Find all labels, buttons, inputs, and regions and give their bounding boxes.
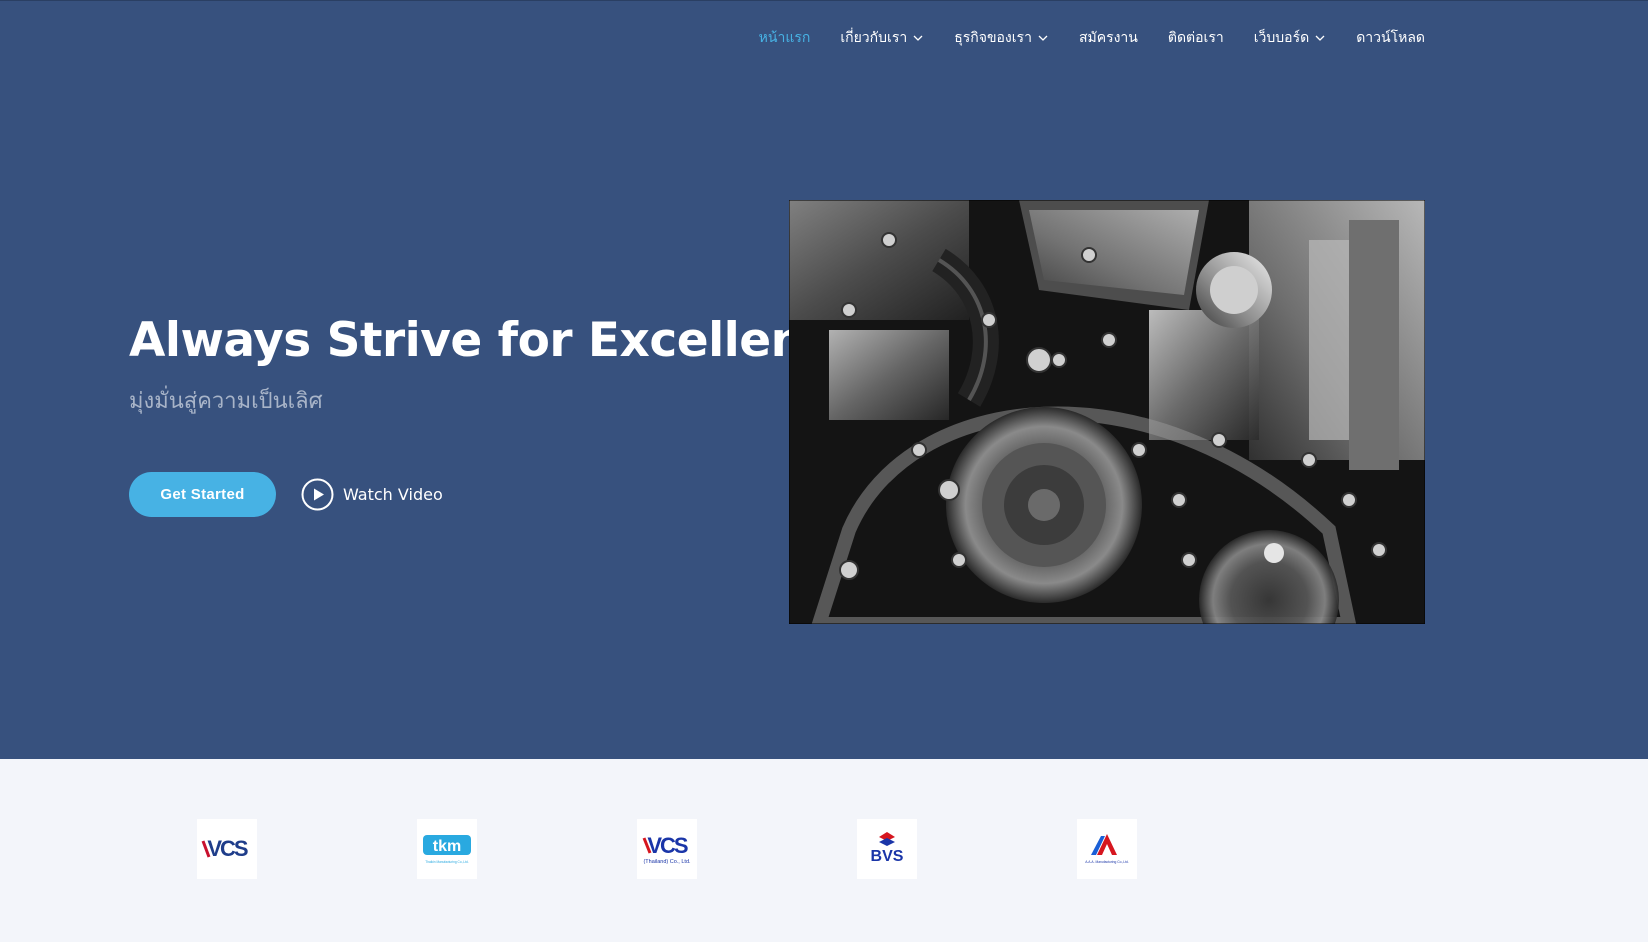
nav-item-webboard[interactable]: เว็บบอร์ด bbox=[1239, 27, 1341, 49]
watch-video-button[interactable]: Watch Video bbox=[301, 478, 443, 511]
engine-photo bbox=[789, 200, 1425, 624]
logo-text: BVS bbox=[871, 848, 904, 865]
nav-item-label: ดาวน์โหลด bbox=[1356, 30, 1425, 46]
nav-item-label: ธุรกิจของเรา bbox=[954, 30, 1032, 46]
chevron-down-icon bbox=[1038, 35, 1048, 41]
vcs-thailand-logo: VCS (Thailand) Co., Ltd. bbox=[642, 833, 691, 865]
nav-item-label: เกี่ยวกับเรา bbox=[840, 30, 908, 46]
client-logo-vcs-thailand[interactable]: VCS (Thailand) Co., Ltd. bbox=[637, 819, 697, 879]
client-logo-vcs[interactable]: VCS bbox=[197, 819, 257, 879]
logo-text: VCS bbox=[207, 836, 248, 861]
play-circle-icon bbox=[301, 478, 334, 511]
bvs-logo: BVS bbox=[871, 832, 904, 865]
logo-caption: A.A.A. Manufacturing Co.,Ltd. bbox=[1085, 860, 1129, 864]
logo-text: VCS bbox=[647, 833, 688, 858]
chevron-down-icon bbox=[913, 35, 923, 41]
main-nav: หน้าแรก เกี่ยวกับเรา ธุรกิจของเรา สมัครง… bbox=[744, 27, 1425, 49]
logo-text: tkm bbox=[433, 838, 461, 855]
vcs-logo: VCS bbox=[201, 836, 250, 861]
watch-video-label: Watch Video bbox=[343, 485, 443, 504]
nav-item-contact[interactable]: ติดต่อเรา bbox=[1153, 27, 1239, 49]
aaa-logo: A.A.A. Manufacturing Co.,Ltd. bbox=[1085, 834, 1129, 864]
hero-section: หน้าแรก เกี่ยวกับเรา ธุรกิจของเรา สมัครง… bbox=[0, 0, 1648, 759]
nav-item-home[interactable]: หน้าแรก bbox=[744, 27, 826, 49]
nav-item-download[interactable]: ดาวน์โหลด bbox=[1341, 27, 1425, 49]
client-logo-aaa[interactable]: A.A.A. Manufacturing Co.,Ltd. bbox=[1077, 819, 1137, 879]
nav-item-business[interactable]: ธุรกิจของเรา bbox=[939, 27, 1064, 49]
nav-item-label: ติดต่อเรา bbox=[1167, 30, 1224, 46]
client-logo-bvs[interactable]: BVS bbox=[857, 819, 917, 879]
nav-item-label: สมัครงาน bbox=[1078, 30, 1138, 46]
logo-caption: Thaikin Manufacturing Co.,Ltd. bbox=[425, 860, 469, 864]
engine-illustration bbox=[789, 200, 1425, 624]
page: หน้าแรก เกี่ยวกับเรา ธุรกิจของเรา สมัครง… bbox=[0, 0, 1648, 942]
get-started-button[interactable]: Get Started bbox=[129, 472, 276, 517]
nav-item-careers[interactable]: สมัครงาน bbox=[1064, 27, 1153, 49]
client-logo-tkm[interactable]: tkm Thaikin Manufacturing Co.,Ltd. bbox=[417, 819, 477, 879]
logo-caption: (Thailand) Co., Ltd. bbox=[643, 859, 691, 865]
nav-item-about[interactable]: เกี่ยวกับเรา bbox=[825, 27, 939, 49]
tkm-logo: tkm Thaikin Manufacturing Co.,Ltd. bbox=[423, 835, 471, 864]
hero-title: Always Strive for Excellence bbox=[129, 313, 863, 368]
chevron-down-icon bbox=[1315, 35, 1325, 41]
hero-subtitle: มุ่งมั่นสู่ความเป็นเลิศ bbox=[129, 389, 323, 414]
nav-item-label: เว็บบอร์ด bbox=[1253, 30, 1310, 46]
nav-item-label: หน้าแรก bbox=[758, 30, 811, 46]
